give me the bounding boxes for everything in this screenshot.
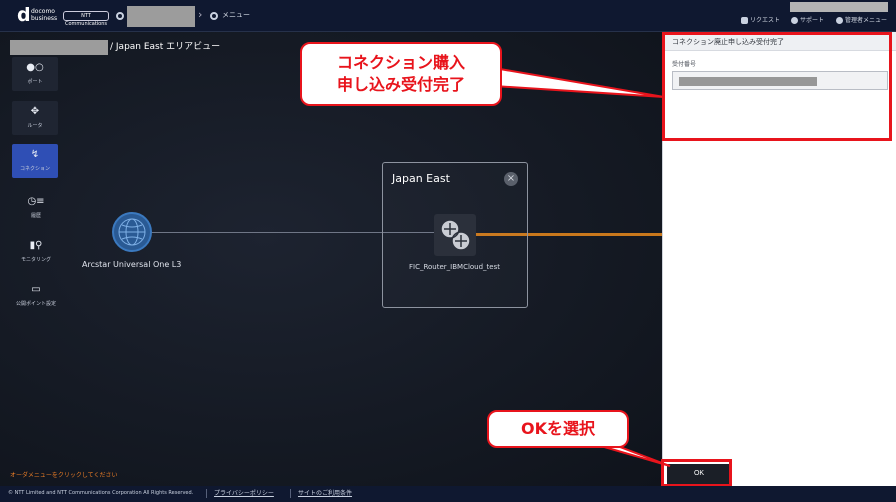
highlight-frame-panel xyxy=(662,32,892,141)
user-name-redacted xyxy=(790,2,888,12)
globe-icon xyxy=(118,218,146,246)
logo-text-line1: docomo xyxy=(31,8,55,15)
rail-label-port: ポート xyxy=(27,79,43,85)
region-japan-east[interactable]: Japan East × FIC_Router_IBMCloud_test xyxy=(382,162,528,308)
router-icon xyxy=(440,219,471,251)
rail-item-connection[interactable]: ↯ コネクション xyxy=(12,144,58,178)
port-icon: ●○ xyxy=(26,62,44,73)
admin-menu-link[interactable]: 管理者メニュー xyxy=(845,17,887,25)
copyright-text: © NTT Limited and NTT Communications Cor… xyxy=(8,490,194,496)
callout-select-ok: OKを選択 xyxy=(487,410,629,448)
footer: © NTT Limited and NTT Communications Cor… xyxy=(0,486,896,502)
help-icon xyxy=(791,17,798,24)
rail-label-public-point: 公開ポイント設定 xyxy=(15,301,56,307)
menu-circle-icon xyxy=(210,12,218,20)
router-node[interactable] xyxy=(434,214,476,256)
page-title: / Japan East エリアビュー xyxy=(110,42,221,52)
history-icon: ◷≡ xyxy=(27,196,45,207)
ntt-communications-logo: NTT Communications xyxy=(63,11,109,27)
tenant-name-redacted xyxy=(10,40,108,55)
connection-icon: ↯ xyxy=(30,149,40,160)
breadcrumb-circle-icon xyxy=(116,12,124,20)
docomo-business-logo: docomo business xyxy=(31,8,57,22)
rail-item-history[interactable]: ◷≡ 履歴 xyxy=(8,196,64,220)
footer-divider xyxy=(206,489,207,498)
router-icon: ✥ xyxy=(30,106,40,117)
close-icon[interactable]: × xyxy=(504,172,518,186)
rail-label-history: 履歴 xyxy=(30,213,41,219)
privacy-policy-link[interactable]: プライバシーポリシー xyxy=(214,490,274,497)
logo-text-line2: business xyxy=(31,15,58,22)
rail-label-monitoring: モニタリング xyxy=(20,257,51,263)
public-point-icon: ▭ xyxy=(31,284,41,295)
arcstar-label: Arcstar Universal One L3 xyxy=(82,260,182,269)
rail-item-port[interactable]: ●○ ポート xyxy=(12,57,58,91)
rail-item-public-point[interactable]: ▭ 公開ポイント設定 xyxy=(8,284,64,308)
docomo-logo-mark: d xyxy=(17,4,31,26)
order-menu-hint: オーダメニューをクリックしてください xyxy=(10,472,118,479)
region-title: Japan East xyxy=(392,172,450,185)
callout-receipt-complete: コネクション購入 申し込み受付完了 xyxy=(300,42,502,106)
menu-link[interactable]: メニュー xyxy=(222,11,250,20)
rail-item-monitoring[interactable]: ▮⚲ モニタリング xyxy=(8,240,64,264)
monitoring-icon: ▮⚲ xyxy=(29,240,43,251)
rail-label-router: ルータ xyxy=(27,123,43,129)
router-label: FIC_Router_IBMCloud_test xyxy=(408,263,501,271)
support-link[interactable]: サポート xyxy=(800,17,824,25)
terms-link[interactable]: サイトのご利用条件 xyxy=(298,490,352,497)
gear-icon xyxy=(836,17,843,24)
bell-icon xyxy=(741,17,748,24)
request-link[interactable]: リクエスト xyxy=(750,17,780,25)
arcstar-globe-icon[interactable] xyxy=(112,212,152,252)
highlight-frame-ok xyxy=(661,459,732,487)
breadcrumb-redacted[interactable] xyxy=(127,6,195,27)
chevron-right-icon: › xyxy=(198,8,203,21)
rail-label-connection: コネクション xyxy=(19,166,50,172)
footer-divider xyxy=(290,489,291,498)
top-header: d docomo business NTT Communications › メ… xyxy=(0,0,896,32)
rail-item-router[interactable]: ✥ ルータ xyxy=(12,101,58,135)
